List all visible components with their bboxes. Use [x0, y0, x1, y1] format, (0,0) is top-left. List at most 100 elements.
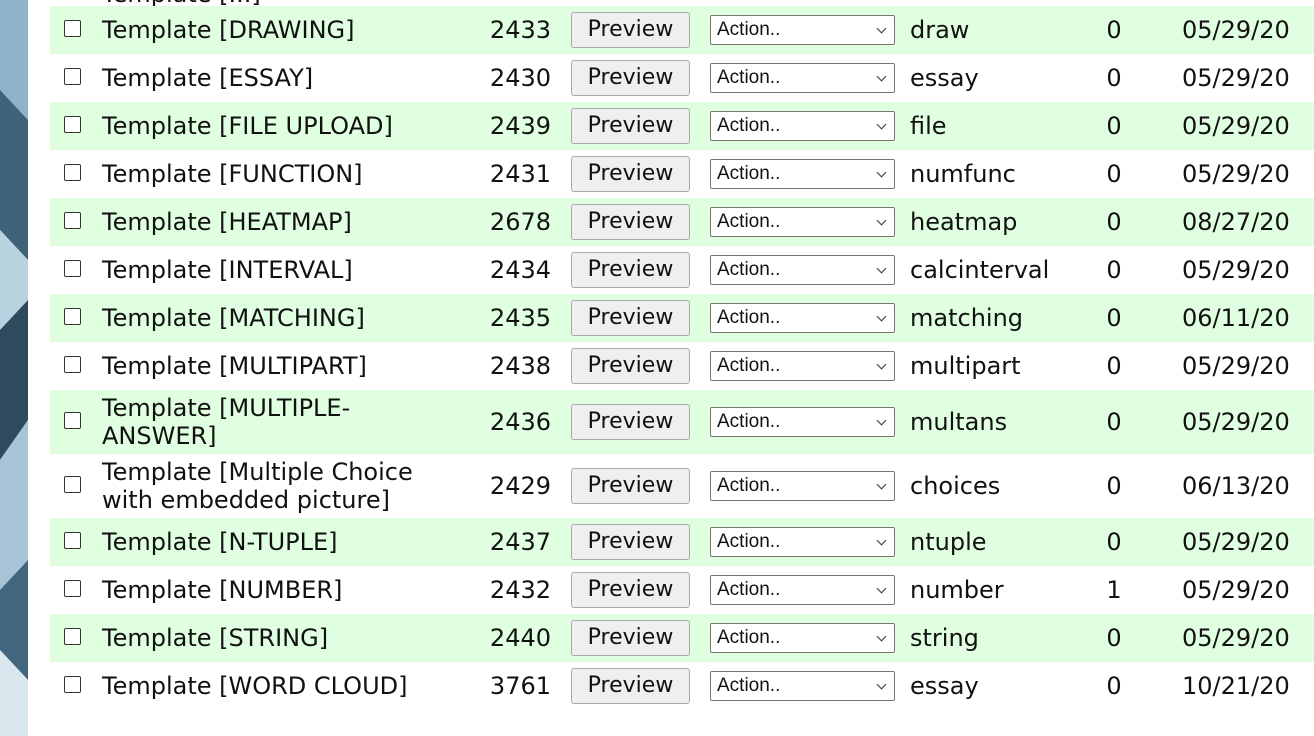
question-type: essay	[910, 64, 979, 92]
question-type: matching	[910, 304, 1024, 332]
row-checkbox[interactable]	[64, 676, 81, 693]
preview-button[interactable]: Preview	[571, 668, 690, 704]
action-select-value: Action..	[717, 531, 781, 552]
action-select[interactable]: Action..	[710, 111, 895, 141]
modified-date: 05/29/20	[1182, 64, 1290, 92]
template-id: 2435	[489, 304, 551, 332]
template-id: 2433	[489, 16, 551, 44]
modified-date: 05/29/20	[1182, 624, 1290, 652]
table-row: Template [MATCHING] 2435 Preview Action.. ma…	[50, 294, 1314, 342]
usage-count: 0	[1106, 16, 1122, 44]
action-select[interactable]: Action..	[710, 15, 895, 45]
row-checkbox[interactable]	[64, 68, 81, 85]
template-id: 2432	[489, 576, 551, 604]
template-id: 2431	[489, 160, 551, 188]
template-id: 2434	[489, 256, 551, 284]
modified-date: 05/29/20	[1182, 16, 1290, 44]
preview-button[interactable]: Preview	[571, 620, 690, 656]
action-select[interactable]: Action..	[710, 527, 895, 557]
template-id: 2436	[489, 408, 551, 436]
template-id: 2439	[489, 112, 551, 140]
preview-button[interactable]: Preview	[571, 404, 690, 440]
chevron-down-icon	[876, 119, 887, 130]
usage-count: 0	[1106, 304, 1122, 332]
chevron-down-icon	[876, 415, 887, 426]
chevron-down-icon	[876, 71, 887, 82]
template-id: 2438	[489, 352, 551, 380]
templates-table: Template [DRAWING] 2433 Preview Action.. dra…	[50, 6, 1314, 710]
question-type: file	[910, 112, 947, 140]
question-type: draw	[910, 16, 970, 44]
row-checkbox[interactable]	[64, 260, 81, 277]
question-type: choices	[910, 472, 1001, 500]
template-name: Template [MATCHING]	[102, 304, 365, 332]
usage-count: 0	[1106, 352, 1122, 380]
preview-button[interactable]: Preview	[571, 572, 690, 608]
action-select[interactable]: Action..	[710, 623, 895, 653]
action-select[interactable]: Action..	[710, 575, 895, 605]
row-checkbox[interactable]	[64, 116, 81, 133]
modified-date: 05/29/20	[1182, 352, 1290, 380]
action-select-value: Action..	[717, 579, 781, 600]
action-select[interactable]: Action..	[710, 303, 895, 333]
preview-button[interactable]: Preview	[571, 468, 690, 504]
row-checkbox[interactable]	[64, 580, 81, 597]
template-name: Template [WORD CLOUD]	[102, 672, 408, 700]
row-checkbox[interactable]	[64, 476, 81, 493]
row-checkbox[interactable]	[64, 212, 81, 229]
row-checkbox[interactable]	[64, 308, 81, 325]
action-select[interactable]: Action..	[710, 471, 895, 501]
question-type: multipart	[910, 352, 1021, 380]
table-row: Template [ESSAY] 2430 Preview Action.. essay…	[50, 54, 1314, 102]
modified-date: 08/27/20	[1182, 208, 1290, 236]
chevron-down-icon	[876, 359, 887, 370]
row-checkbox[interactable]	[64, 412, 81, 429]
row-checkbox[interactable]	[64, 20, 81, 37]
chevron-down-icon	[876, 479, 887, 490]
action-select-value: Action..	[717, 67, 781, 88]
row-checkbox[interactable]	[64, 164, 81, 181]
action-select[interactable]: Action..	[710, 159, 895, 189]
table-row: Template [NUMBER] 2432 Preview Action.. numb…	[50, 566, 1314, 614]
template-id: 2430	[489, 64, 551, 92]
action-select[interactable]: Action..	[710, 351, 895, 381]
chevron-down-icon	[876, 23, 887, 34]
usage-count: 0	[1106, 672, 1122, 700]
table-row: Template [FILE UPLOAD] 2439 Preview Action.…	[50, 102, 1314, 150]
template-name: Template [FILE UPLOAD]	[102, 112, 393, 140]
question-type: string	[910, 624, 979, 652]
preview-button[interactable]: Preview	[571, 108, 690, 144]
action-select[interactable]: Action..	[710, 407, 895, 437]
table-row: Template [MULTIPLE-ANSWER] 2436 Preview Act…	[50, 390, 1314, 454]
preview-button[interactable]: Preview	[571, 12, 690, 48]
table-row: Template [INTERVAL] 2434 Preview Action.. ca…	[50, 246, 1314, 294]
row-checkbox[interactable]	[64, 532, 81, 549]
chevron-down-icon	[876, 631, 887, 642]
template-name: Template [ESSAY]	[102, 64, 314, 92]
template-name: Template [HEATMAP]	[102, 208, 352, 236]
row-checkbox[interactable]	[64, 628, 81, 645]
action-select-value: Action..	[717, 211, 781, 232]
modified-date: 05/29/20	[1182, 256, 1290, 284]
row-checkbox[interactable]	[64, 356, 81, 373]
modified-date: 05/29/20	[1182, 408, 1290, 436]
usage-count: 0	[1106, 64, 1122, 92]
action-select[interactable]: Action..	[710, 671, 895, 701]
preview-button[interactable]: Preview	[571, 204, 690, 240]
modified-date: 05/29/20	[1182, 528, 1290, 556]
preview-button[interactable]: Preview	[571, 348, 690, 384]
preview-button[interactable]: Preview	[571, 156, 690, 192]
usage-count: 0	[1106, 528, 1122, 556]
action-select[interactable]: Action..	[710, 255, 895, 285]
action-select[interactable]: Action..	[710, 63, 895, 93]
action-select-value: Action..	[717, 259, 781, 280]
template-name: Template [STRING]	[102, 624, 329, 652]
action-select-value: Action..	[717, 627, 781, 648]
preview-button[interactable]: Preview	[571, 300, 690, 336]
action-select-value: Action..	[717, 475, 781, 496]
preview-button[interactable]: Preview	[571, 252, 690, 288]
preview-button[interactable]: Preview	[571, 524, 690, 560]
table-row: Template [N-TUPLE] 2437 Preview Action.. ntu…	[50, 518, 1314, 566]
preview-button[interactable]: Preview	[571, 60, 690, 96]
action-select[interactable]: Action..	[710, 207, 895, 237]
